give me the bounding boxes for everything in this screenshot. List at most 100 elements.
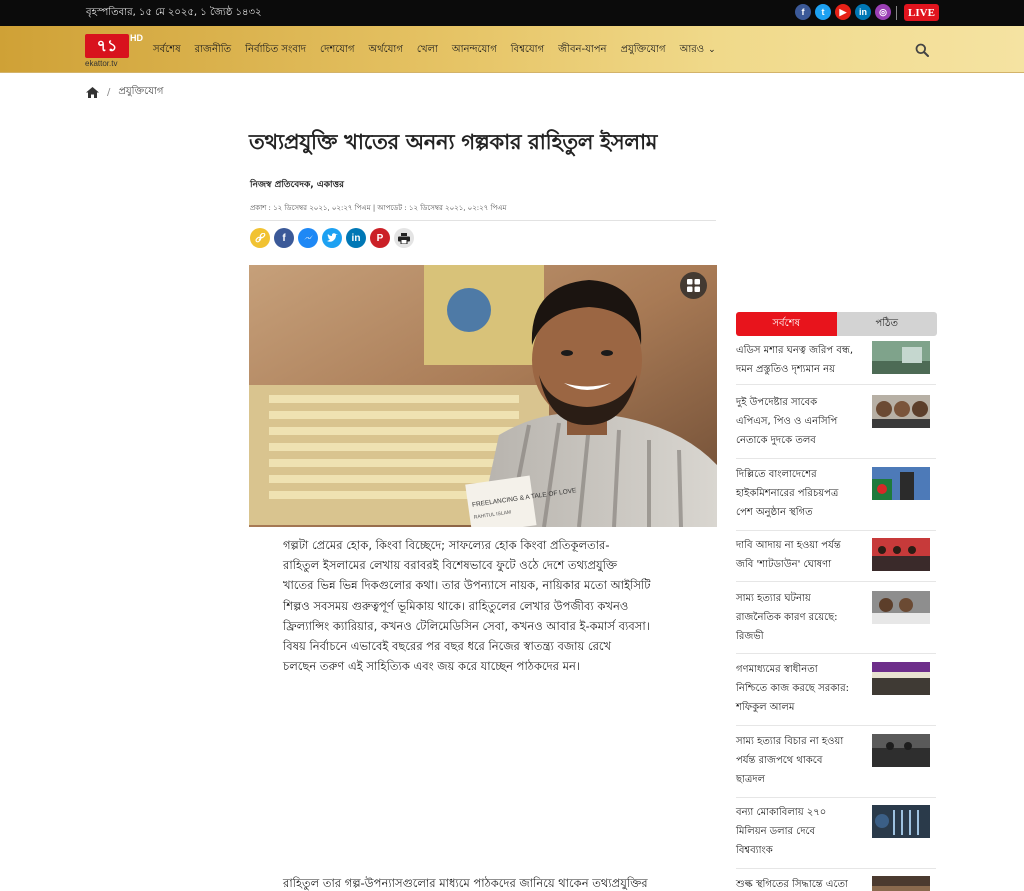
nav-item-world[interactable]: বিশ্বযোগ — [511, 42, 544, 59]
gallery-icon[interactable] — [680, 272, 707, 299]
search-icon[interactable] — [915, 43, 929, 57]
headline-line: জবি 'শাটডাউন' ঘোষণা — [736, 559, 832, 570]
article-divider — [250, 220, 716, 221]
tab-latest[interactable]: সর্বশেষ — [736, 312, 837, 336]
twitter-share-icon[interactable] — [322, 228, 342, 248]
body-line: বিষয় নির্বাচনে এভাবেই বছরের পর বছর ধরে … — [283, 639, 612, 654]
headline-line: সাম্য হত্যার বিচার না হওয়া — [736, 736, 844, 747]
body-line: রাহিতুল ইসলামের লেখায় বরাবরই বিশেষভাবে … — [283, 558, 618, 573]
nav-item-sports[interactable]: খেলা — [417, 42, 438, 59]
news-thumbnail — [872, 395, 930, 428]
news-thumbnail — [872, 734, 930, 767]
news-headline: এডিস মশার ঘনত্ব জরিপ বন্ধ, দমন প্রস্তুতি… — [736, 341, 866, 379]
tab-most-read[interactable]: পঠিত — [836, 312, 937, 336]
social-links: f t ▶ in ◎ — [795, 4, 891, 20]
headline-line: এপিএস, পিও ও এনসিপি — [736, 416, 838, 427]
body-line: গল্পটা প্রেমের হোক, কিংবা বিচ্ছেদে; সাফল… — [283, 538, 610, 552]
headline-line: রাজনৈতিক কারণ রয়েছে: — [736, 612, 838, 623]
article-author: নিজস্ব প্রতিবেদক, একাত্তর — [250, 180, 344, 190]
nav-item-technology[interactable]: প্রযুক্তিযোগ — [621, 42, 666, 59]
news-thumbnail — [872, 805, 930, 838]
news-thumbnail — [872, 591, 930, 624]
nav-item-lifestyle[interactable]: জীবন-যাপন — [558, 42, 606, 59]
nav-item-politics[interactable]: রাজনীতি — [195, 42, 232, 59]
logo-domain: ekattor.tv — [85, 59, 118, 68]
youtube-icon[interactable]: ▶ — [835, 4, 851, 20]
breadcrumb-separator: / — [107, 87, 111, 98]
article-dates: প্রকাশ : ১২ ডিসেম্বর ২০২১, ০২:২৭ পিএম | … — [250, 204, 507, 212]
divider — [736, 725, 936, 726]
news-headline: গণমাধ্যমের স্বাধীনতা নিশ্চিতে কাজ করছে স… — [736, 660, 866, 717]
nav-item-latest[interactable]: সর্বশেষ — [153, 42, 181, 59]
news-thumbnail — [872, 467, 930, 500]
article-body: গল্পটা প্রেমের হোক, কিংবা বিচ্ছেদে; সাফল… — [283, 535, 693, 676]
nav-item-entertainment[interactable]: আনন্দযোগ — [452, 42, 497, 59]
linkedin-share-icon[interactable]: in — [346, 228, 366, 248]
news-thumbnail — [872, 662, 930, 695]
current-date: বৃহস্পতিবার, ১৫ মে ২০২৫, ১ জ্যৈষ্ঠ ১৪৩২ — [86, 7, 262, 18]
news-headline: বন্যা মোকাবিলায় ২৭০ মিলিয়ন ডলার দেবে ব… — [736, 803, 866, 860]
body-line: শিল্পও সবসময় গুরুত্বপূর্ণ ভূমিকায় থাকে… — [283, 598, 629, 613]
nav-item-more[interactable]: আরও ⌄ — [680, 42, 716, 59]
news-headline: সাম্য হত্যার বিচার না হওয়া পর্যন্ত রাজপ… — [736, 732, 866, 789]
nav-more-label: আরও — [679, 44, 705, 55]
headline-line: নিশ্চিতে কাজ করছে সরকার: — [736, 683, 849, 694]
article-body-continued: রাহিতুল তার গল্প-উপন্যাসগুলোর মাধ্যমে পা… — [283, 876, 648, 890]
twitter-icon[interactable]: t — [815, 4, 831, 20]
print-icon[interactable] — [394, 228, 414, 248]
headline-line: হাইকমিশনারের পরিচয়পত্র — [736, 488, 839, 499]
divider — [736, 581, 936, 582]
facebook-icon[interactable]: f — [795, 4, 811, 20]
home-icon[interactable] — [86, 87, 99, 98]
divider — [736, 530, 936, 531]
sidebar-tabs: সর্বশেষ পঠিত — [736, 312, 937, 336]
top-bar: বৃহস্পতিবার, ১৫ মে ২০২৫, ১ জ্যৈষ্ঠ ১৪৩২ … — [0, 0, 1024, 26]
headline-line: দুই উপদেষ্টার সাবেক — [736, 397, 818, 408]
live-button[interactable]: LIVE — [904, 4, 939, 21]
article-title: তথ্যপ্রযুক্তি খাতের অনন্য গল্পকার রাহিতু… — [249, 130, 658, 154]
news-thumbnail — [872, 538, 930, 571]
primary-nav: সর্বশেষ রাজনীতি নির্বাচিত সংবাদ দেশযোগ অ… — [153, 42, 730, 59]
headline-line: বিশ্বব্যাংক — [736, 845, 773, 856]
breadcrumb-current[interactable]: প্রযুক্তিযোগ — [118, 84, 163, 101]
pinterest-share-icon[interactable]: P — [370, 228, 390, 248]
divider — [896, 6, 897, 20]
headline-line: মিলিয়ন ডলার দেবে — [736, 826, 816, 837]
body-line: চলছেন তরুণ এই সাহিত্যিক এবং জয় করে যাচ্… — [283, 659, 580, 674]
divider — [736, 868, 936, 869]
body-line: ফ্রিল্যান্সিং ক্যারিয়ার, কখনও টেলিমেডিস… — [283, 618, 650, 633]
headline-line: দমন প্রস্তুতিও দৃশ্যমান নয় — [736, 364, 836, 375]
nav-item-economy[interactable]: অর্থযোগ — [369, 42, 403, 59]
messenger-share-icon[interactable] — [298, 228, 318, 248]
headline-line: দিল্লিতে বাংলাদেশের — [736, 469, 817, 480]
news-headline: শুল্ক স্থগিতের সিদ্ধান্তে এতো — [736, 875, 866, 891]
headline-line: এডিস মশার ঘনত্ব জরিপ বন্ধ, — [736, 345, 854, 356]
news-thumbnail — [872, 341, 930, 374]
news-headline: দাবি আদায় না হওয়া পর্যন্ত জবি 'শাটডাউন… — [736, 536, 866, 574]
headline-line: শফিকুল আলম — [736, 702, 795, 713]
headline-line: বন্যা মোকাবিলায় ২৭০ — [736, 807, 827, 818]
headline-line: সাম্য হত্যার ঘটনায় — [736, 593, 811, 604]
breadcrumb: / প্রযুক্তিযোগ — [86, 84, 163, 101]
logo-mark: ৭১ — [85, 34, 129, 58]
headline-line: পর্যন্ত রাজপথে থাকবে — [736, 755, 823, 766]
divider — [736, 797, 936, 798]
chevron-down-icon: ⌄ — [708, 45, 716, 55]
logo-hd-badge: HD — [130, 33, 143, 43]
nav-item-selected-news[interactable]: নির্বাচিত সংবাদ — [245, 42, 306, 59]
headline-line: শুল্ক স্থগিতের সিদ্ধান্তে এতো — [736, 879, 848, 890]
copy-link-icon[interactable] — [250, 228, 270, 248]
share-bar: f in P — [250, 228, 414, 248]
headline-line: পেশ অনুষ্ঠান স্থগিত — [736, 507, 813, 518]
nav-item-country[interactable]: দেশযোগ — [320, 42, 354, 59]
headline-line: গণমাধ্যমের স্বাধীনতা — [736, 664, 818, 675]
news-headline: দুই উপদেষ্টার সাবেক এপিএস, পিও ও এনসিপি … — [736, 393, 866, 450]
facebook-share-icon[interactable]: f — [274, 228, 294, 248]
instagram-icon[interactable]: ◎ — [875, 4, 891, 20]
site-logo[interactable]: ৭১ HD ekattor.tv — [85, 33, 143, 68]
main-navbar: ৭১ HD ekattor.tv সর্বশেষ রাজনীতি নির্বাচ… — [0, 26, 1024, 73]
headline-line: রিজভী — [736, 631, 764, 642]
article-photo: FREELANCING & A TALE OF LOVE RAHITUL ISL… — [249, 265, 717, 527]
linkedin-icon[interactable]: in — [855, 4, 871, 20]
divider — [736, 653, 936, 654]
